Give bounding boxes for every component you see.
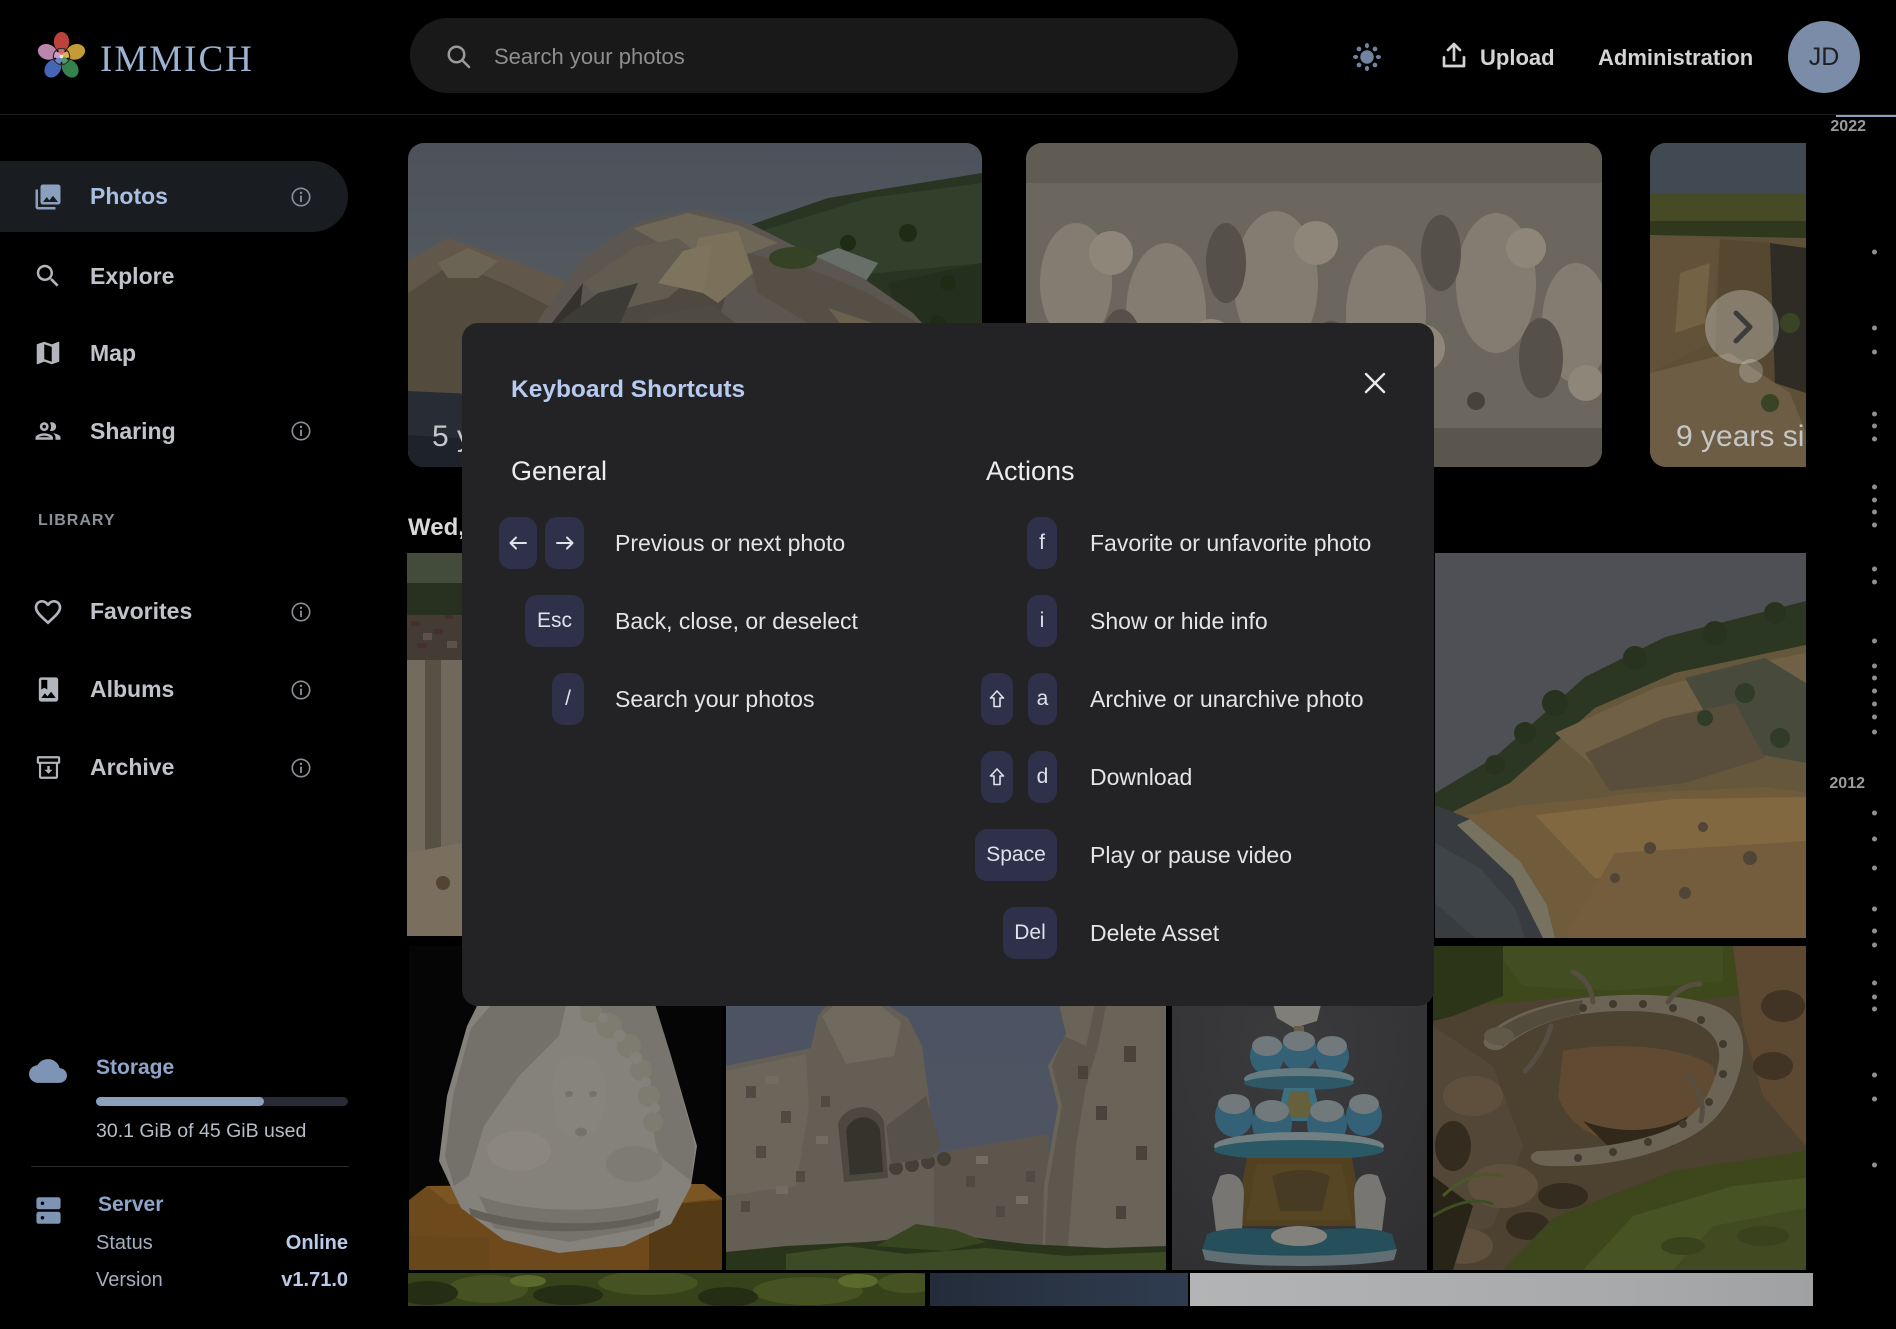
svg-text:9 years sin: 9 years sin [1676,420,1806,453]
